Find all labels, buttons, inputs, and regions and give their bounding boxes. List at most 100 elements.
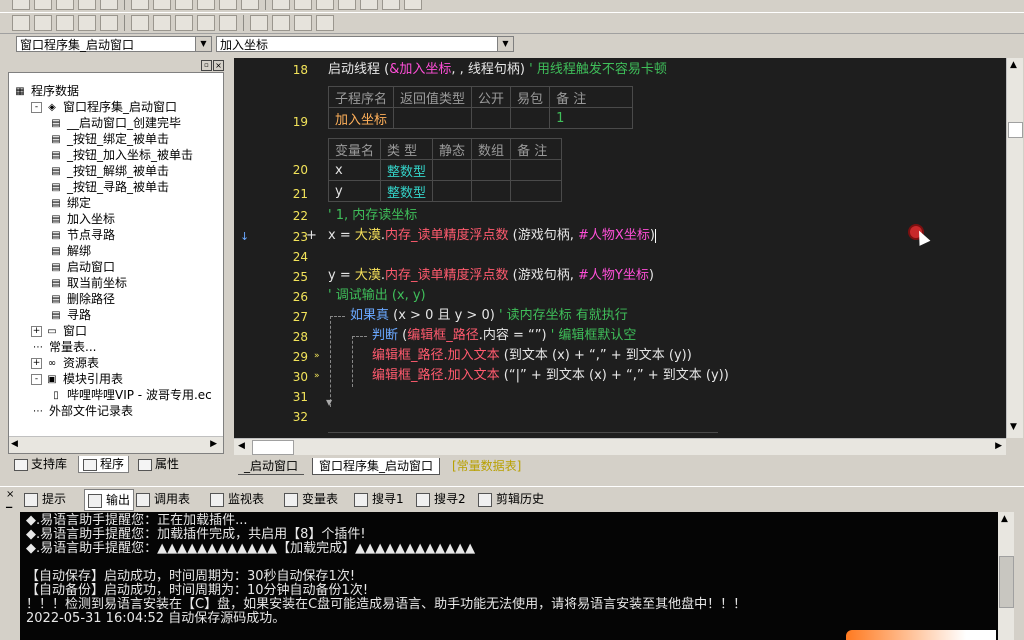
tree-node[interactable]: + ∞ 资源表 bbox=[31, 355, 99, 371]
toolbar-button[interactable] bbox=[294, 15, 312, 31]
toolbar-button[interactable] bbox=[34, 0, 52, 10]
code-line-29[interactable]: 编辑框_路径.加入文本 (到文本 (x) + “,” + 到文本 (y)) bbox=[372, 347, 692, 365]
subroutine-table[interactable]: 子程序名 返回值类型 公开 易包备 注 加入坐标 1 bbox=[327, 86, 634, 129]
tree-node[interactable]: + ▭ 窗口 bbox=[31, 323, 87, 339]
code-editor[interactable]: 18 启动线程 (&加入坐标, , 线程句柄) ' 用线程触发不容易卡顿 子程序… bbox=[234, 58, 1006, 438]
tree-node[interactable]: - ▣ 模块引用表 bbox=[31, 371, 123, 387]
toolbar-button[interactable] bbox=[219, 15, 237, 31]
toolbar-button[interactable] bbox=[294, 0, 312, 10]
toolbar-button[interactable] bbox=[241, 0, 259, 10]
toolbar-button[interactable] bbox=[197, 0, 215, 10]
output-tab[interactable]: 调用表 bbox=[136, 489, 190, 509]
output-tab[interactable]: 搜寻2 bbox=[416, 489, 466, 509]
table-cell[interactable]: 加入坐标 bbox=[327, 107, 395, 129]
scroll-right-icon[interactable]: ▶ bbox=[995, 441, 1002, 451]
left-panel-tab[interactable]: 程序 bbox=[78, 456, 130, 473]
toolbar-button[interactable] bbox=[100, 15, 118, 31]
tree-hscrollbar[interactable]: ◀ ▶ bbox=[9, 436, 223, 453]
scroll-up-icon[interactable]: ▲ bbox=[1001, 514, 1008, 524]
program-tree[interactable]: ▦ 程序数据 - ◈ 窗口程序集_启动窗口 ▤ __启动窗口_创建完毕 ▤ _按钮_绑定_被单击… bbox=[8, 72, 224, 454]
editor-hscrollbar[interactable]: ◀ ▶ bbox=[234, 438, 1006, 455]
toolbar-button[interactable] bbox=[56, 0, 74, 10]
toolbar-button[interactable] bbox=[404, 0, 422, 10]
minimize-panel-icon[interactable]: ▁ bbox=[6, 499, 12, 508]
toolbar-button[interactable] bbox=[360, 0, 378, 10]
table-cell[interactable]: 1 bbox=[549, 107, 634, 129]
output-tab[interactable]: 变量表 bbox=[284, 489, 338, 509]
chevron-down-icon[interactable]: ▼ bbox=[195, 37, 211, 51]
close-panel-icon[interactable]: × bbox=[213, 60, 224, 71]
scroll-thumb[interactable] bbox=[1008, 122, 1023, 138]
collapse-icon[interactable]: - bbox=[31, 102, 42, 113]
toolbar-button[interactable] bbox=[197, 15, 215, 31]
toolbar-button[interactable] bbox=[12, 15, 30, 31]
code-line-23[interactable]: x = 大漠.内存_读单精度浮点数 (游戏句柄, #人物X坐标) bbox=[328, 227, 656, 245]
breakpoint-marker-icon[interactable]: » bbox=[314, 371, 320, 381]
expand-line-icon[interactable]: + bbox=[306, 228, 317, 243]
code-line-22[interactable]: ' 1, 内存读坐标 bbox=[328, 207, 417, 225]
tree-node[interactable]: ▤ 寻路 bbox=[49, 307, 91, 323]
tree-node[interactable]: ▤ _按钮_寻路_被单击 bbox=[49, 179, 169, 195]
code-line-30[interactable]: 编辑框_路径.加入文本 (“|” + 到文本 (x) + “,” + 到文本 (… bbox=[372, 367, 729, 385]
toolbar-button[interactable] bbox=[316, 0, 334, 10]
toolbar-button[interactable] bbox=[12, 0, 30, 10]
code-line-27[interactable]: 如果真 (x > 0 且 y > 0) ' 读内存坐标 有就执行 bbox=[350, 307, 628, 325]
restore-panel-icon[interactable]: ▫ bbox=[201, 60, 212, 71]
toolbar-button[interactable] bbox=[382, 0, 400, 10]
toolbar-button[interactable] bbox=[56, 15, 74, 31]
toolbar-button[interactable] bbox=[316, 15, 334, 31]
scroll-thumb[interactable] bbox=[999, 556, 1014, 608]
scroll-left-icon[interactable]: ◀ bbox=[238, 441, 245, 451]
table-cell[interactable] bbox=[471, 107, 512, 129]
tree-node[interactable]: ▤ _按钮_解绑_被单击 bbox=[49, 163, 169, 179]
expand-icon[interactable]: + bbox=[31, 326, 42, 337]
editor-tab-active[interactable]: 窗口程序集_启动窗口 bbox=[312, 458, 441, 475]
tree-node[interactable]: ▤ 加入坐标 bbox=[49, 211, 115, 227]
scroll-down-icon[interactable]: ▼ bbox=[1010, 422, 1017, 432]
scroll-thumb[interactable] bbox=[252, 440, 294, 455]
var-name[interactable]: y bbox=[327, 180, 382, 202]
var-type[interactable]: 整数型 bbox=[380, 159, 434, 181]
scroll-left-icon[interactable]: ◀ bbox=[11, 439, 18, 449]
toolbar-button[interactable] bbox=[100, 0, 118, 10]
var-type[interactable]: 整数型 bbox=[380, 180, 434, 202]
tree-node[interactable]: ▤ 解绑 bbox=[49, 243, 91, 259]
tree-node[interactable]: ▤ _按钮_绑定_被单击 bbox=[49, 131, 169, 147]
output-tab[interactable]: 监视表 bbox=[210, 489, 264, 509]
toolbar-button[interactable] bbox=[175, 15, 193, 31]
chevron-down-icon[interactable]: ▼ bbox=[497, 37, 513, 51]
toolbar-button[interactable] bbox=[338, 0, 356, 10]
tree-node[interactable]: - ◈ 窗口程序集_启动窗口 bbox=[31, 99, 177, 115]
output-tab[interactable]: 输出 bbox=[84, 489, 135, 511]
toolbar-button[interactable] bbox=[250, 15, 268, 31]
tree-node[interactable]: ▯ 哔哩哔哩VIP - 波哥专用.ec bbox=[49, 387, 212, 403]
tree-node[interactable]: ▦ 程序数据 bbox=[13, 83, 79, 99]
tree-node[interactable]: ▤ 取当前坐标 bbox=[49, 275, 127, 291]
expand-icon[interactable]: + bbox=[31, 358, 42, 369]
output-tab[interactable]: 提示 bbox=[24, 489, 66, 509]
tree-node[interactable]: ▤ 节点寻路 bbox=[49, 227, 115, 243]
toolbar-button[interactable] bbox=[153, 15, 171, 31]
breakpoint-marker-icon[interactable]: » bbox=[314, 351, 320, 361]
subroutine-selector[interactable]: 加入坐标 ▼ bbox=[216, 36, 514, 52]
toolbar-button[interactable] bbox=[219, 0, 237, 10]
tree-node[interactable]: ⋯ 常量表... bbox=[31, 339, 96, 355]
tree-node[interactable]: ▤ __启动窗口_创建完毕 bbox=[49, 115, 181, 131]
output-vscrollbar[interactable]: ▲ bbox=[998, 512, 1014, 640]
code-line-25[interactable]: y = 大漠.内存_读单精度浮点数 (游戏句柄, #人物Y坐标) bbox=[328, 267, 654, 285]
editor-tab[interactable]: [常量数据表] bbox=[446, 458, 527, 474]
scroll-right-icon[interactable]: ▶ bbox=[210, 439, 217, 449]
output-console[interactable]: ◆.易语言助手提醒您：正在加载插件... ◆.易语言助手提醒您：加载插件完成，共启… bbox=[20, 512, 998, 640]
table-cell[interactable] bbox=[393, 107, 473, 129]
toolbar-button[interactable] bbox=[34, 15, 52, 31]
toolbar-button[interactable] bbox=[78, 15, 96, 31]
assembly-selector[interactable]: 窗口程序集_启动窗口 ▼ bbox=[16, 36, 212, 52]
output-tab[interactable]: 剪辑历史 bbox=[478, 489, 544, 509]
toolbar-button[interactable] bbox=[272, 0, 290, 10]
tree-node[interactable]: ▤ 启动窗口 bbox=[49, 259, 115, 275]
toolbar-button[interactable] bbox=[272, 15, 290, 31]
toolbar-button[interactable] bbox=[153, 0, 171, 10]
code-line-26[interactable]: ' 调试输出 (x, y) bbox=[328, 287, 426, 305]
left-panel-tab[interactable]: 支持库 bbox=[10, 456, 71, 472]
left-panel-tab[interactable]: 属性 bbox=[134, 456, 183, 472]
